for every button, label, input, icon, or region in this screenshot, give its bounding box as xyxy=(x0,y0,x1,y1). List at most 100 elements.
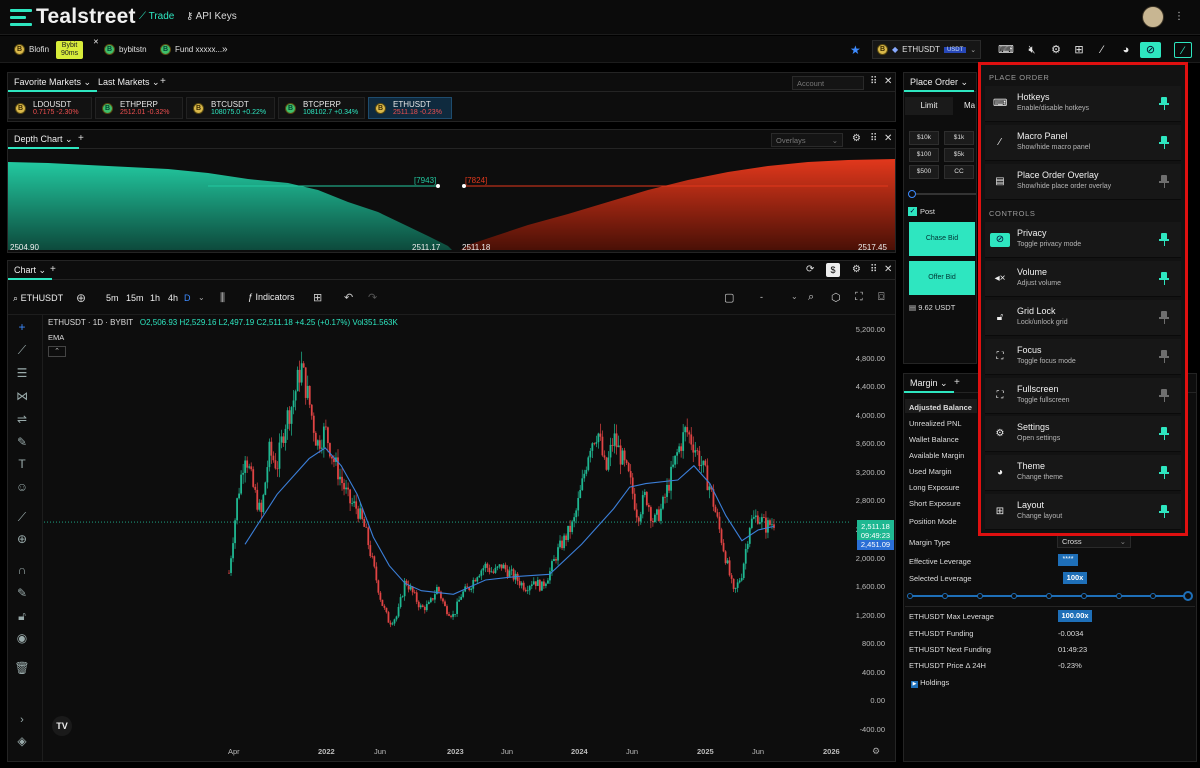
chevron-down-icon[interactable]: ⌄ xyxy=(198,293,205,302)
preset-cc[interactable]: CC xyxy=(944,165,974,179)
post-checkbox[interactable]: ✓ xyxy=(908,207,917,216)
pin-active-icon[interactable] xyxy=(1159,466,1169,479)
drag-handle-icon[interactable]: ⠿ xyxy=(870,133,877,144)
add-tab-icon[interactable]: + xyxy=(160,76,166,87)
tab-last-markets[interactable]: Last Markets ⌄ xyxy=(92,73,166,92)
leverage-slider-handle[interactable] xyxy=(1183,591,1193,601)
leverage-tick[interactable] xyxy=(907,593,913,599)
drag-handle-icon[interactable]: ⠿ xyxy=(870,76,877,87)
trendline-icon[interactable]: ⟋ xyxy=(14,343,30,357)
interval-5m[interactable]: 5m xyxy=(106,293,119,303)
margin-type-select[interactable]: Cross ⌄ xyxy=(1057,535,1131,548)
pin-icon[interactable] xyxy=(1159,389,1169,402)
menu-item-volume[interactable]: ◂× Volume Adjust volume xyxy=(985,261,1181,297)
leverage-tick[interactable] xyxy=(976,593,983,599)
offer-bid-button[interactable]: Offer Bid xyxy=(909,261,975,295)
pin-icon[interactable] xyxy=(1159,311,1169,324)
gear-icon[interactable]: ⚙ xyxy=(872,746,880,757)
account-blofin[interactable]: B Blofin xyxy=(14,40,49,59)
menu-item-privacy[interactable]: ⊘ Privacy Toggle privacy mode xyxy=(985,222,1181,258)
brush-icon[interactable]: ✎ xyxy=(14,435,30,449)
pin-active-icon[interactable] xyxy=(1159,427,1169,440)
text-icon[interactable]: T xyxy=(14,457,30,471)
tab-favorite-markets[interactable]: Favorite Markets ⌄ xyxy=(8,73,98,92)
symbol-selector[interactable]: B ◆ ETHUSDT USDT ⌄ xyxy=(872,40,982,59)
interval-d[interactable]: D xyxy=(184,293,191,303)
avatar[interactable] xyxy=(1142,6,1164,28)
compare-icon[interactable]: ⊕ xyxy=(76,291,86,305)
eye-off-icon[interactable]: ⊘ xyxy=(1140,42,1161,58)
drag-handle-icon[interactable]: ⠿ xyxy=(870,264,877,275)
market-chip-ethperp[interactable]: B ETHPERP 2512.01 -0.32% xyxy=(95,97,183,119)
market-chip-btcperp[interactable]: B BTCPERP 108102.7 +0.34% xyxy=(278,97,365,119)
lock-drawing-icon[interactable]: ✎ xyxy=(14,586,30,600)
star-icon[interactable]: ★ xyxy=(850,40,861,59)
indicators-button[interactable]: ƒ Indicators xyxy=(248,292,295,302)
pin-icon[interactable] xyxy=(1159,350,1169,363)
tab-chart[interactable]: Chart ⌄ xyxy=(8,261,53,280)
layout-grid-icon[interactable]: ⊞ xyxy=(1071,42,1087,58)
rectangle-icon[interactable]: ▢ xyxy=(724,291,734,304)
menu-item-focus[interactable]: ⛶ Focus Toggle focus mode xyxy=(985,339,1181,375)
templates-icon[interactable]: ⊞ xyxy=(313,291,322,304)
candle-type-icon[interactable]: ⫼ xyxy=(220,292,225,305)
market-chip-btcusdt[interactable]: B BTCUSDT 108075.0 +0.22% xyxy=(186,97,275,119)
zoom-icon[interactable]: ⊕ xyxy=(14,532,30,546)
volume-mute-icon[interactable]: 🔇︎ xyxy=(1024,42,1040,58)
menu-item-theme[interactable]: ◕ Theme Change theme xyxy=(985,455,1181,491)
nav-api-keys[interactable]: ⚷ API Keys xyxy=(186,11,237,22)
menu-item-place-order-overlay[interactable]: ▤ Place Order Overlay Show/hide place orde… xyxy=(985,164,1181,200)
wand-menu-button[interactable]: ⁄ xyxy=(1174,42,1192,58)
leverage-tick[interactable] xyxy=(1115,593,1122,599)
size-slider-handle[interactable] xyxy=(908,190,916,198)
projection-icon[interactable]: ⇌ xyxy=(14,412,30,426)
add-tab-icon[interactable]: + xyxy=(78,133,84,144)
menu-item-hotkeys[interactable]: ⌨ Hotkeys Enable/disable hotkeys xyxy=(985,86,1181,122)
menu-item-layout[interactable]: ⊞ Layout Change layout xyxy=(985,494,1181,530)
close-icon[interactable]: ✕ xyxy=(884,76,892,87)
menu-dots-icon[interactable]: ⋮ xyxy=(1174,11,1184,22)
menu-item-fullscreen[interactable]: ⛶ Fullscreen Toggle fullscreen xyxy=(985,378,1181,414)
ruler-icon[interactable]: ⟋ xyxy=(14,510,30,524)
order-type-limit[interactable]: Limit xyxy=(905,97,953,115)
interval-15m[interactable]: 15m xyxy=(126,293,144,303)
account-bybitstn[interactable]: Bbybitstn xyxy=(104,40,147,59)
tab-place-order[interactable]: Place Order ⌄ xyxy=(904,73,975,92)
more-accounts-icon[interactable]: » xyxy=(222,40,228,59)
close-icon[interactable]: ✕ xyxy=(884,133,892,144)
pin-active-icon[interactable] xyxy=(1159,272,1169,285)
pattern-icon[interactable]: ⋈ xyxy=(14,389,30,403)
preset-100[interactable]: $100 xyxy=(909,148,939,162)
gear-icon[interactable]: ⚙ xyxy=(852,264,861,275)
magnet-icon[interactable]: ∩ xyxy=(14,563,30,577)
chevron-down-icon[interactable]: ⌄ xyxy=(791,292,798,301)
account-bybit[interactable]: Bybit 90ms ✕ xyxy=(56,39,99,59)
chevron-right-icon[interactable]: › xyxy=(14,714,30,728)
lock-icon[interactable]: 🔓︎ xyxy=(14,609,30,623)
preset-5k[interactable]: $5k xyxy=(944,148,974,162)
holdings-toggle[interactable]: ▶ Holdings xyxy=(911,678,949,688)
tab-margin[interactable]: Margin ⌄ xyxy=(904,374,954,393)
fib-icon[interactable]: ☰ xyxy=(14,366,30,380)
menu-item-macro-panel[interactable]: ⁄ Macro Panel Show/hide macro panel xyxy=(985,125,1181,161)
palette-icon[interactable]: ◕ xyxy=(1118,42,1134,58)
gear-icon[interactable]: ⚙ xyxy=(1048,42,1064,58)
pin-active-icon[interactable] xyxy=(1159,136,1169,149)
leverage-tick[interactable] xyxy=(941,593,948,599)
interval-1h[interactable]: 1h xyxy=(150,293,160,303)
pin-active-icon[interactable] xyxy=(1159,97,1169,110)
menu-item-grid-lock[interactable]: 🔓︎ Grid Lock Lock/unlock grid xyxy=(985,300,1181,336)
add-tab-icon[interactable]: + xyxy=(954,377,960,388)
close-icon[interactable]: ✕ xyxy=(93,38,99,46)
size-slider-track[interactable] xyxy=(916,193,976,195)
add-tab-icon[interactable]: + xyxy=(50,264,56,275)
camera-icon[interactable]: ⌼ xyxy=(878,291,885,304)
interval-4h[interactable]: 4h xyxy=(168,293,178,303)
leverage-tick[interactable] xyxy=(1080,593,1087,599)
eye-icon[interactable]: ◉ xyxy=(14,631,30,645)
dollar-icon[interactable]: $ xyxy=(826,263,840,277)
pin-active-icon[interactable] xyxy=(1159,233,1169,246)
pin-active-icon[interactable] xyxy=(1159,505,1169,518)
search-chart-icon[interactable]: ⌕ xyxy=(808,291,814,304)
market-chip-ethusdt[interactable]: B ETHUSDT 2511.18 -0.23% xyxy=(368,97,452,119)
